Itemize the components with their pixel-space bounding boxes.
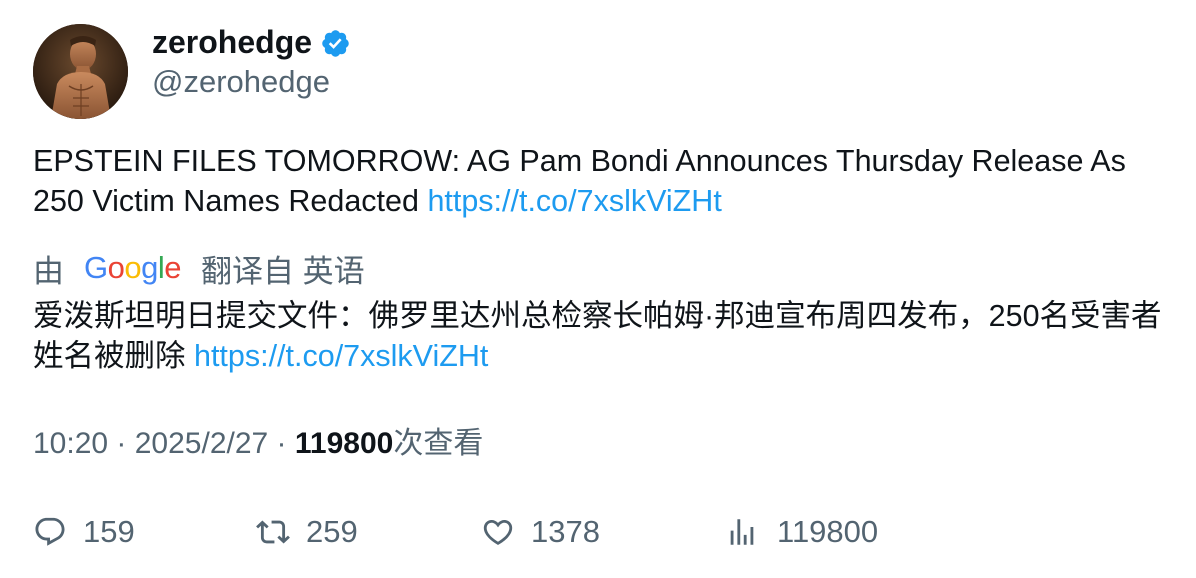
heart-icon	[483, 519, 513, 545]
translated-link[interactable]: https://t.co/7xslkViZHt	[194, 339, 488, 373]
views-action-count: 119800	[777, 514, 879, 549]
retweet-icon	[256, 520, 290, 544]
tweet-date[interactable]: 2025/2/27	[135, 427, 268, 460]
retweet-button[interactable]: 259	[256, 510, 358, 554]
verified-badge-icon	[322, 30, 349, 57]
views-button[interactable]: 119800	[725, 510, 878, 554]
reply-icon	[35, 517, 65, 546]
tweet-link[interactable]: https://t.co/7xslkViZHt	[427, 184, 721, 218]
retweet-count: 259	[306, 514, 358, 549]
tweet-time[interactable]: 10:20	[33, 427, 108, 460]
reply-count: 159	[83, 514, 135, 549]
views-label: 次查看	[393, 427, 484, 460]
tweet-card: zerohedge @zerohedge EPSTEIN FILES TOMOR…	[0, 0, 1196, 578]
action-bar: 159 259 1378 119800	[33, 510, 1173, 554]
translation-attribution: 由 Google 翻译自 英语	[33, 246, 365, 290]
views-chart-icon	[730, 519, 754, 545]
reply-button[interactable]: 159	[33, 510, 135, 554]
meta-separator: ·	[268, 427, 295, 460]
tweet-text: EPSTEIN FILES TOMORROW: AG Pam Bondi Ann…	[33, 141, 1173, 221]
translation-by-label: 由	[33, 253, 64, 289]
translation-from-label: 翻译自 英语	[201, 253, 365, 289]
google-logo: Google	[84, 250, 182, 285]
translated-text: 爱泼斯坦明日提交文件：佛罗里达州总检察长帕姆·邦迪宣布周四发布，250名受害者姓…	[33, 296, 1173, 376]
meta-separator: ·	[108, 427, 135, 460]
avatar[interactable]	[33, 24, 128, 119]
display-name[interactable]: zerohedge	[152, 22, 312, 62]
views-count: 119800	[294, 427, 394, 460]
user-handle[interactable]: @zerohedge	[152, 62, 330, 102]
like-count: 1378	[531, 514, 600, 549]
like-button[interactable]: 1378	[481, 510, 600, 554]
avatar-image	[33, 24, 128, 119]
tweet-meta: 10:20 · 2025/2/27 · 119800次查看	[33, 424, 483, 464]
